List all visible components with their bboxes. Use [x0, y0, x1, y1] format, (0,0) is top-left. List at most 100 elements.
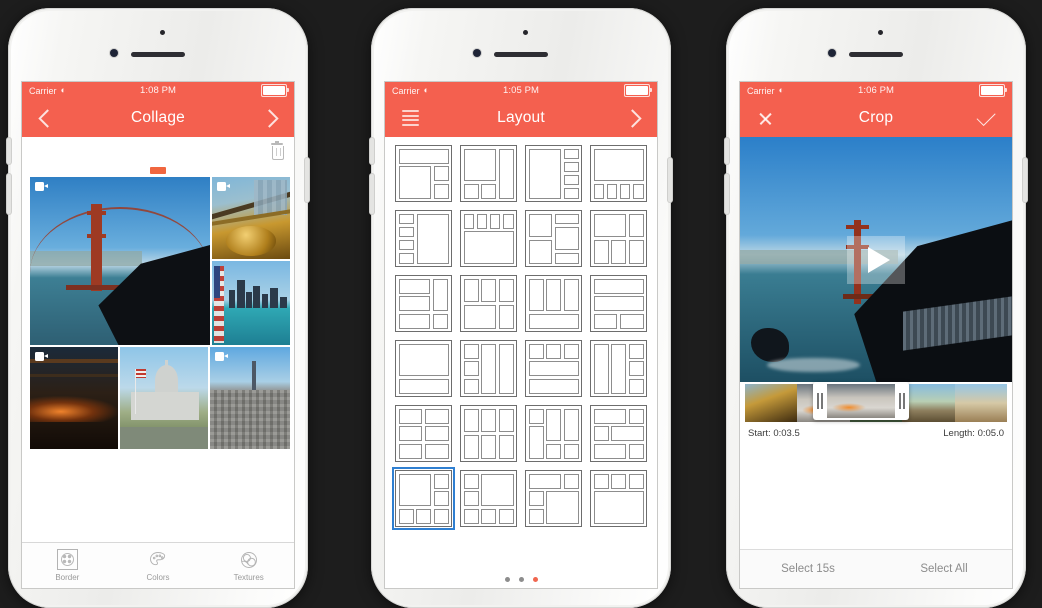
play-button[interactable]	[847, 235, 905, 284]
layout-slot	[398, 296, 431, 311]
volume-down-button[interactable]	[725, 174, 729, 214]
layout-slot	[481, 508, 496, 524]
layout-option-14[interactable]	[460, 340, 517, 397]
layout-option-10[interactable]	[460, 275, 517, 332]
select-15s-button[interactable]: Select 15s	[740, 550, 876, 588]
collage-cell-night-highway-lights[interactable]	[30, 347, 118, 449]
volume-up-button[interactable]	[370, 138, 374, 164]
page-dot-1[interactable]	[504, 576, 510, 582]
layout-slot	[398, 239, 415, 251]
layout-option-1[interactable]	[395, 145, 452, 202]
layout-option-17[interactable]	[395, 405, 452, 462]
layout-slot	[463, 213, 475, 229]
layout-slot	[628, 378, 644, 394]
layout-option-21[interactable]	[392, 467, 455, 530]
layout-option-13[interactable]	[395, 340, 452, 397]
layout-slot	[628, 239, 644, 264]
video-preview[interactable]	[740, 137, 1012, 382]
confirm-button[interactable]	[972, 103, 1002, 133]
power-button[interactable]	[1023, 158, 1027, 202]
layout-option-9[interactable]	[395, 275, 452, 332]
collage-cell-san-francisco-rooftops[interactable]	[210, 347, 290, 449]
forward-button[interactable]	[617, 103, 647, 133]
video-badge	[35, 352, 48, 361]
layout-option-8[interactable]	[590, 210, 647, 267]
layout-option-19[interactable]	[525, 405, 582, 462]
tab-colors[interactable]: Colors	[113, 543, 204, 588]
layout-slot	[463, 473, 479, 489]
layout-option-22[interactable]	[460, 470, 517, 527]
menu-button[interactable]	[395, 103, 425, 133]
layout-slot	[528, 378, 579, 394]
power-button[interactable]	[668, 158, 672, 202]
layout-slot	[546, 408, 561, 441]
layout-slot	[593, 426, 609, 441]
layout-slot	[546, 443, 561, 459]
video-badge	[35, 182, 48, 191]
volume-down-button[interactable]	[370, 174, 374, 214]
crop-action-bar: Select 15s Select All	[740, 549, 1012, 588]
page-dot-2[interactable]	[518, 576, 524, 582]
layout-option-12[interactable]	[590, 275, 647, 332]
layout-slot	[398, 378, 449, 394]
layout-slot	[528, 491, 544, 506]
layout-slot	[619, 183, 631, 199]
layout-option-5[interactable]	[395, 210, 452, 267]
layout-option-11[interactable]	[525, 275, 582, 332]
layout-option-24[interactable]	[590, 470, 647, 527]
collage-canvas[interactable]	[22, 167, 294, 456]
back-button[interactable]	[32, 103, 62, 133]
layout-slot	[528, 343, 544, 359]
layout-option-18[interactable]	[460, 405, 517, 462]
trim-handle-end[interactable]	[895, 382, 909, 420]
layout-slot	[398, 213, 415, 225]
collage-cell-golden-ornament[interactable]	[212, 177, 290, 259]
cancel-button[interactable]	[750, 103, 780, 133]
photo-city-skyline-waterfront	[212, 261, 290, 345]
trim-handle-start[interactable]	[813, 382, 827, 420]
volume-down-button[interactable]	[7, 174, 11, 214]
layout-slot	[632, 183, 644, 199]
volume-up-button[interactable]	[7, 138, 11, 164]
layout-slot	[619, 313, 644, 329]
layout-slot	[498, 304, 514, 329]
status-bar: Carrier ◐ 1:05 PM	[385, 82, 657, 99]
layout-option-4[interactable]	[590, 145, 647, 202]
layout-slot	[563, 187, 579, 199]
collage-cell-city-hall-flags[interactable]	[120, 347, 208, 449]
layout-slot	[433, 508, 449, 524]
video-badge	[215, 352, 228, 361]
collage-cell-golden-gate-bridge[interactable]	[30, 177, 210, 345]
status-right	[261, 84, 289, 97]
layout-option-23[interactable]	[525, 470, 582, 527]
trim-filmstrip[interactable]	[740, 382, 1012, 424]
forward-button[interactable]	[254, 103, 284, 133]
status-time: 1:05 PM	[502, 85, 540, 96]
tab-textures[interactable]: Textures	[203, 543, 294, 588]
layout-option-15[interactable]	[525, 340, 582, 397]
layout-slot	[593, 296, 644, 311]
trim-selection[interactable]	[813, 382, 909, 420]
layout-option-16[interactable]	[590, 340, 647, 397]
layout-option-20[interactable]	[590, 405, 647, 462]
layout-slot	[481, 183, 496, 199]
collage-cell-city-skyline-waterfront[interactable]	[212, 261, 290, 345]
tab-border[interactable]: Border	[22, 543, 113, 588]
layout-slot	[611, 473, 626, 489]
volume-up-button[interactable]	[725, 138, 729, 164]
trash-icon[interactable]	[270, 141, 284, 160]
power-button[interactable]	[305, 158, 309, 202]
layout-slot	[463, 408, 479, 433]
layout-slot	[481, 408, 496, 433]
layout-option-7[interactable]	[525, 210, 582, 267]
layout-option-3[interactable]	[525, 145, 582, 202]
layout-option-6[interactable]	[460, 210, 517, 267]
page-dot-3[interactable]	[532, 576, 538, 582]
layout-option-2[interactable]	[460, 145, 517, 202]
layout-slot	[563, 408, 579, 441]
collage-drag-handle[interactable]	[150, 167, 166, 174]
layout-slot	[546, 491, 579, 524]
layout-slot	[463, 304, 496, 329]
layout-slot	[593, 313, 618, 329]
select-all-button[interactable]: Select All	[876, 550, 1012, 588]
